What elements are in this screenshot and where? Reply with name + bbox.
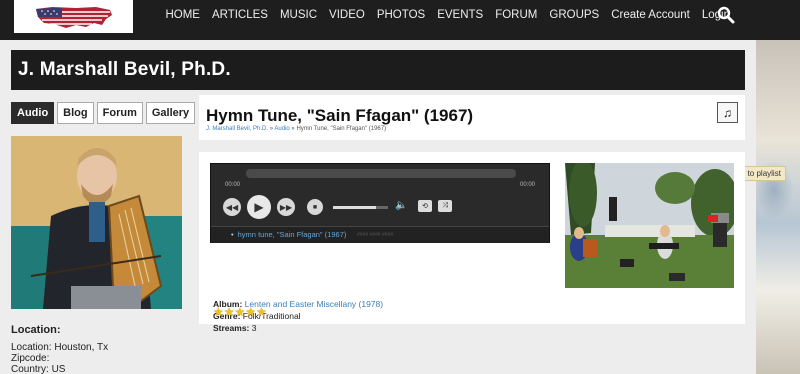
add-to-playlist-button[interactable]: ♫ [717, 102, 738, 123]
profile-header: J. Marshall Bevil, Ph.D. [11, 50, 745, 90]
location-city: Location: Houston, Tx [11, 342, 109, 353]
site-logo[interactable] [14, 0, 133, 33]
volume-slider[interactable] [333, 206, 388, 209]
concert-photo[interactable] [565, 163, 734, 288]
outdoor-concert-image [565, 163, 734, 288]
track-title: Hymn Tune, "Sain Ffagan" (1967) [206, 106, 474, 125]
streams-value: 3 [251, 323, 257, 333]
star-icon[interactable]: ★ [245, 305, 256, 319]
playlist-item-meta: #### #### #### [357, 232, 394, 238]
tab-blog[interactable]: Blog [57, 102, 94, 124]
star-icon[interactable]: ★ [213, 305, 224, 319]
location-zipcode: Zipcode: [11, 353, 50, 364]
nav-photos[interactable]: PHOTOS [377, 9, 425, 21]
musician-with-harp-image [11, 136, 182, 309]
stop-button[interactable]: ■ [307, 199, 323, 215]
tab-audio[interactable]: Audio [11, 102, 55, 124]
playlist-item[interactable]: hymn tune, "Sain Ffagan" (1967) [231, 230, 347, 239]
nav-events[interactable]: EVENTS [437, 9, 483, 21]
track-title-panel: Hymn Tune, "Sain Ffagan" (1967) J. Marsh… [199, 95, 745, 140]
main-nav: HOME ARTICLES MUSIC VIDEO PHOTOS EVENTS … [153, 0, 730, 30]
location-country: Country: US [11, 364, 66, 374]
breadcrumb-current: Hymn Tune, "Sain Ffagan" (1967) [296, 126, 387, 132]
nav-home[interactable]: HOME [165, 9, 200, 21]
profile-tabs: Audio Blog Forum Gallery [11, 102, 198, 124]
shuffle-icon: ⤨ [442, 202, 448, 209]
player-controls: ◀◀ ▶ ▶▶ ■ [223, 194, 329, 220]
streams-row: Streams: 3 [213, 323, 257, 333]
nav-articles[interactable]: ARTICLES [212, 9, 268, 21]
breadcrumb-profile[interactable]: J. Marshall Bevil, Ph.D. [206, 126, 268, 132]
shuffle-button[interactable]: ⤨ [438, 200, 452, 212]
tab-gallery[interactable]: Gallery [145, 102, 196, 124]
rewind-icon: ◀◀ [225, 202, 239, 212]
repeat-icon: ⟲ [422, 203, 428, 210]
nav-music[interactable]: MUSIC [280, 9, 317, 21]
star-icon[interactable]: ★ [256, 305, 267, 319]
track-details-panel: 00:00 00:00 ◀◀ ▶ ▶▶ ■ 🔈 ⟲ ⤨ hymn tune, "… [199, 152, 745, 333]
breadcrumb-audio[interactable]: Audio [274, 126, 289, 132]
rating-stars[interactable]: ★ ★ ★ ★ ★ [213, 305, 267, 319]
star-icon[interactable]: ★ [224, 305, 235, 319]
star-icon[interactable]: ★ [235, 305, 246, 319]
tab-forum[interactable]: Forum [96, 102, 143, 124]
nav-forum[interactable]: FORUM [495, 9, 537, 21]
repeat-button[interactable]: ⟲ [418, 200, 432, 212]
fast-forward-icon: ▶▶ [279, 202, 293, 212]
volume-level [333, 206, 376, 209]
profile-photo[interactable] [11, 136, 182, 309]
profile-name: J. Marshall Bevil, Ph.D. [18, 59, 231, 80]
nav-create-account[interactable]: Create Account [611, 9, 690, 21]
location-heading: Location: [11, 324, 61, 336]
time-total: 00:00 [519, 182, 535, 188]
search-icon[interactable] [716, 5, 736, 25]
music-note-icon: ♫ [723, 105, 732, 120]
player-playlist: hymn tune, "Sain Ffagan" (1967) #### ###… [211, 226, 549, 243]
stop-icon: ■ [312, 203, 318, 211]
streams-label: Streams: [213, 323, 250, 333]
time-elapsed: 00:00 [225, 182, 241, 188]
progress-bar[interactable] [246, 169, 516, 178]
nav-groups[interactable]: GROUPS [549, 9, 599, 21]
volume-icon[interactable]: 🔈 [395, 200, 407, 211]
usa-flag-map-icon [36, 7, 112, 28]
play-button[interactable]: ▶ [247, 195, 271, 219]
audio-player: 00:00 00:00 ◀◀ ▶ ▶▶ ■ 🔈 ⟲ ⤨ hymn tune, "… [210, 163, 550, 243]
top-navbar: HOME ARTICLES MUSIC VIDEO PHOTOS EVENTS … [0, 0, 800, 40]
previous-button[interactable]: ◀◀ [223, 198, 241, 216]
play-icon: ▶ [254, 200, 264, 214]
next-button[interactable]: ▶▶ [277, 198, 295, 216]
breadcrumb: J. Marshall Bevil, Ph.D. » Audio » Hymn … [206, 126, 386, 132]
nav-video[interactable]: VIDEO [329, 9, 365, 21]
